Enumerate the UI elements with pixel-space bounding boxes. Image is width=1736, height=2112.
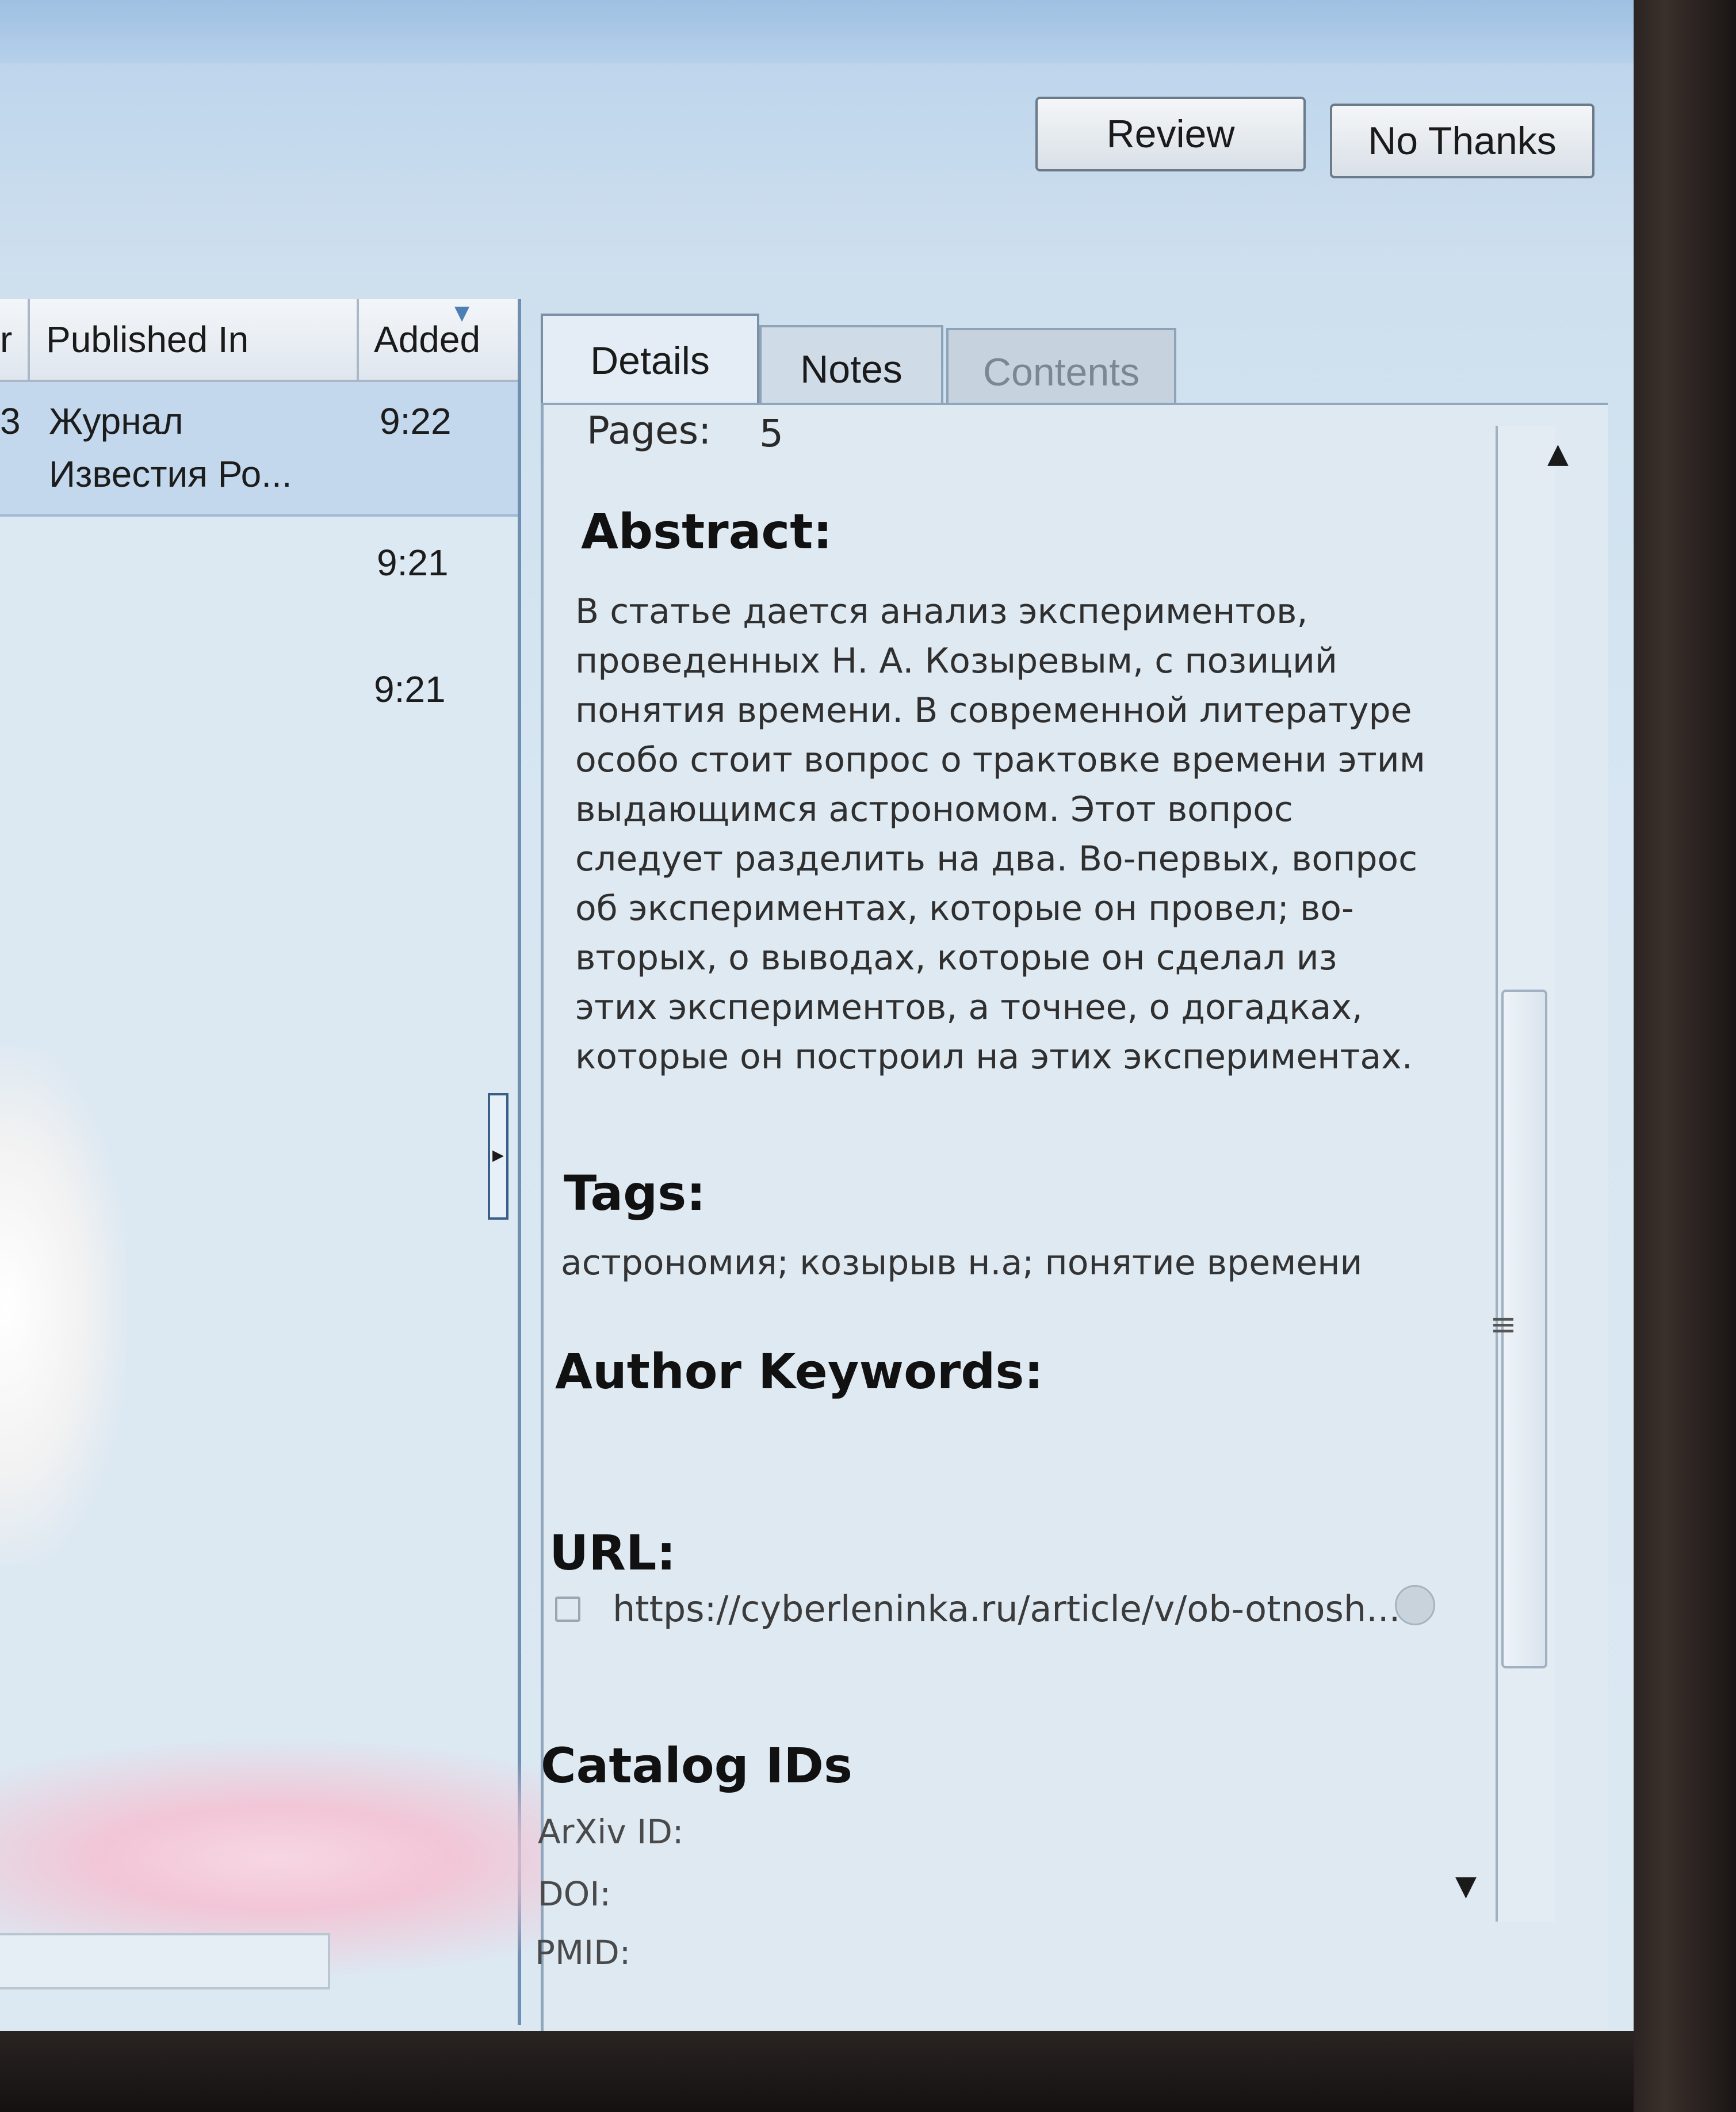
monitor-bezel [0,2031,1634,2112]
collapse-arrow-icon: ▸ [492,1141,504,1168]
abstract-heading: Abstract: [581,503,832,560]
pages-value[interactable]: 5 [759,411,783,456]
tab-contents[interactable]: Contents [946,328,1176,414]
cell-published-in: Журнал [49,400,183,442]
column-header-truncated[interactable]: r [0,299,12,380]
column-separator[interactable] [28,299,30,380]
tags-heading: Tags: [564,1165,706,1221]
table-row[interactable]: 9:21 [0,518,518,644]
scroll-grip-icon: ≡ [1490,1306,1517,1343]
abstract-text[interactable]: В статье дается анализ экспериментов, пр… [575,587,1427,1082]
chevron-down-icon[interactable]: ▼ [1455,1870,1477,1902]
app-window: Review No Thanks r Published In Added ▼ … [0,0,1634,2031]
url-link[interactable]: https://cyberleninka.ru/article/v/ob-otn… [613,1588,1400,1630]
cell-added: 9:22 [380,400,452,442]
cell-added: 9:21 [377,542,449,583]
column-header-published-in[interactable]: Published In [46,299,248,380]
table-row[interactable]: 9:21 [0,644,518,771]
tab-notes[interactable]: Notes [759,325,943,411]
monitor-bezel [1634,0,1736,2112]
cell-published-in: Известия Ро... [49,453,292,495]
cell-added: 9:21 [374,669,446,710]
screen-glare [0,1047,127,1565]
open-link-icon[interactable] [1395,1585,1435,1625]
author-keywords-heading: Author Keywords: [555,1343,1043,1400]
no-thanks-button[interactable]: No Thanks [1330,104,1594,178]
tab-details[interactable]: Details [541,314,759,406]
tags-value[interactable]: астрономия; козырыв н.а; понятие времени [561,1243,1363,1283]
doi-label: DOI: [538,1874,611,1914]
pane-splitter[interactable]: ▸ [488,1093,508,1220]
arxiv-id-label: ArXiv ID: [538,1812,684,1851]
document-list: r Published In Added ▼ 3 Журнал Известия… [0,299,690,2025]
sort-desc-icon: ▼ [454,301,470,324]
review-button[interactable]: Review [1035,97,1306,171]
catalog-ids-heading: Catalog IDs [541,1737,853,1794]
pmid-label: PMID: [535,1933,631,1972]
horizontal-scrollbar[interactable] [0,1933,330,1989]
table-row[interactable]: 3 Журнал Известия Ро... 9:22 [0,382,518,517]
title-bar [0,0,1634,63]
row-marker: 3 [0,400,21,442]
url-checkbox-icon[interactable] [555,1597,580,1622]
column-separator[interactable] [357,299,359,380]
list-header: r Published In Added ▼ [0,299,518,382]
pages-label: Pages: [587,408,712,453]
chevron-up-icon[interactable]: ▲ [1547,437,1569,469]
url-heading: URL: [549,1525,676,1581]
